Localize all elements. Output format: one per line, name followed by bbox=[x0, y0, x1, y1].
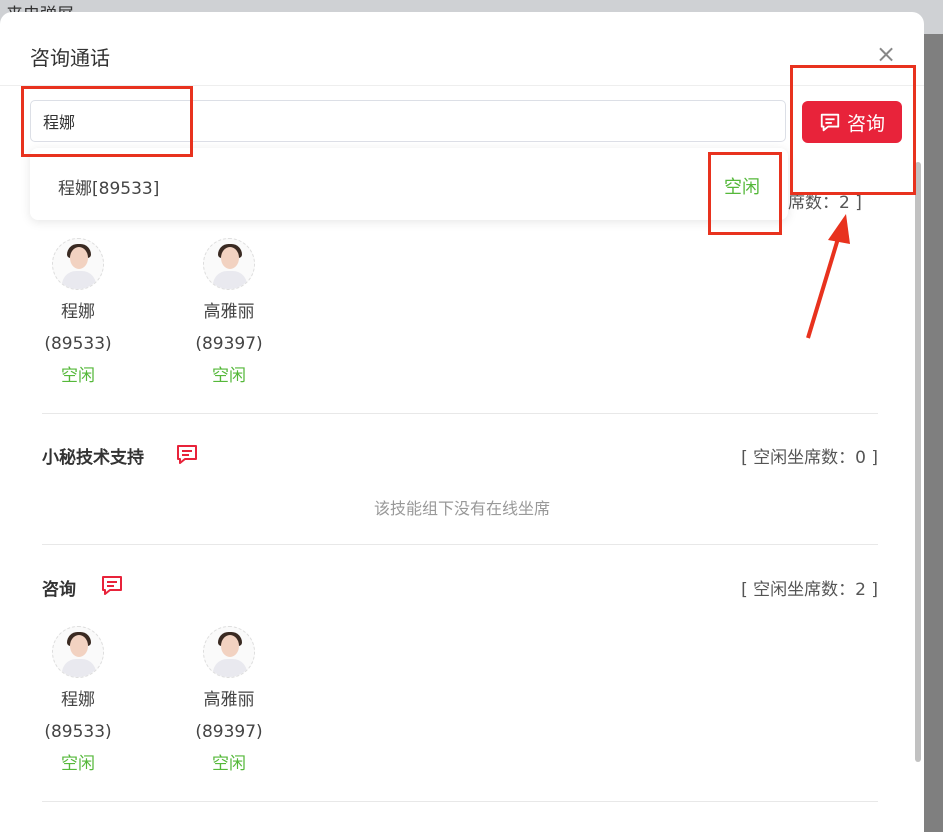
group-divider bbox=[42, 801, 878, 802]
annotation-box-search bbox=[21, 86, 193, 157]
chat-bubble-icon[interactable] bbox=[100, 573, 124, 597]
agent-id: (89533) bbox=[44, 722, 112, 742]
annotation-box-status bbox=[708, 152, 782, 235]
agent-status: 空闲 bbox=[61, 366, 95, 386]
avatar bbox=[52, 238, 104, 290]
agent-id: (89397) bbox=[195, 722, 263, 742]
agent-card[interactable]: 高雅丽 (89397) 空闲 bbox=[189, 238, 269, 392]
group-divider bbox=[42, 413, 878, 414]
close-icon[interactable]: × bbox=[876, 42, 896, 66]
agent-name: 程娜 bbox=[61, 302, 95, 322]
agent-id: (89533) bbox=[44, 334, 112, 354]
search-result-item[interactable]: 程娜[89533] bbox=[58, 174, 159, 199]
agent-status: 空闲 bbox=[212, 754, 246, 774]
avatar bbox=[52, 626, 104, 678]
avatar bbox=[203, 626, 255, 678]
group-title: 咨询 bbox=[42, 580, 76, 600]
agent-card[interactable]: 高雅丽 (89397) 空闲 bbox=[189, 626, 269, 780]
agent-id: (89397) bbox=[195, 334, 263, 354]
agent-card[interactable]: 程娜 (89533) 空闲 bbox=[38, 238, 118, 392]
annotation-arrow-icon bbox=[806, 214, 850, 339]
agent-name: 程娜 bbox=[61, 690, 95, 710]
agent-card[interactable]: 程娜 (89533) 空闲 bbox=[38, 626, 118, 780]
agent-status: 空闲 bbox=[212, 366, 246, 386]
agent-status: 空闲 bbox=[61, 754, 95, 774]
dialog-title: 咨询通话 bbox=[30, 46, 110, 70]
search-result-dropdown: 程娜[89533] 空闲 bbox=[30, 148, 788, 220]
agent-name: 高雅丽 bbox=[203, 302, 255, 322]
group-title: 小秘技术支持 bbox=[42, 448, 144, 468]
agent-name: 高雅丽 bbox=[203, 690, 255, 710]
group-idle-count: [ 空闲坐席数：0 ] bbox=[741, 448, 878, 468]
avatar bbox=[203, 238, 255, 290]
scrollbar[interactable] bbox=[915, 162, 921, 762]
group-divider bbox=[42, 544, 878, 545]
group-idle-count: [ 空闲坐席数：2 ] bbox=[741, 580, 878, 600]
annotation-box-consult bbox=[790, 65, 916, 195]
empty-group-message: 该技能组下没有在线坐席 bbox=[373, 499, 550, 518]
chat-bubble-icon[interactable] bbox=[175, 442, 199, 466]
